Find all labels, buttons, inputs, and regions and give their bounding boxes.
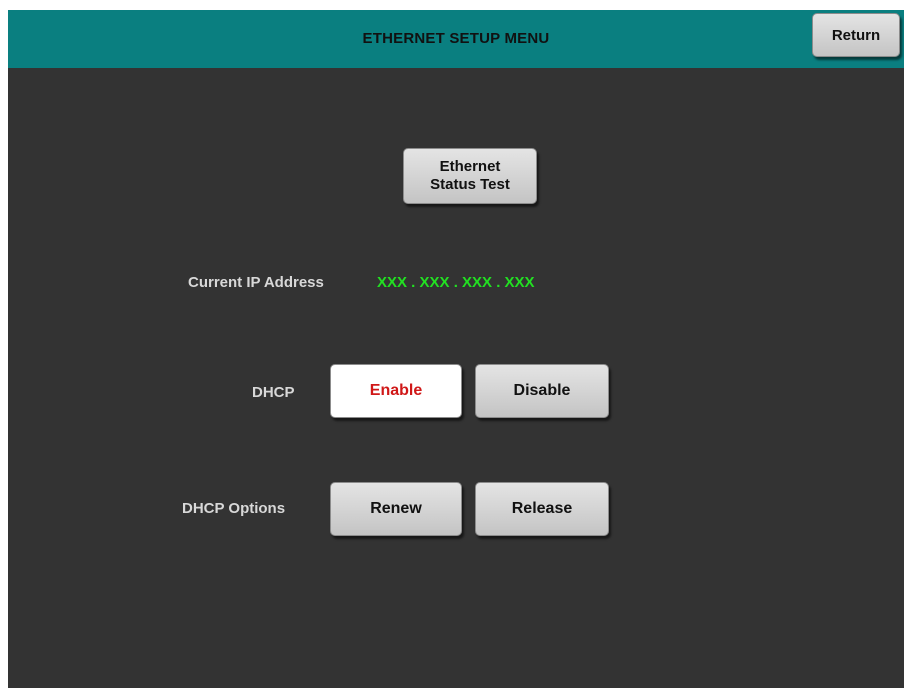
current-ip-address-label: Current IP Address [188,274,324,291]
dhcp-release-button[interactable]: Release [475,482,609,536]
status-test-label-line1: Ethernet [439,158,501,175]
header-bar: ETHERNET SETUP MENU Return [8,10,904,68]
dhcp-disable-button[interactable]: Disable [475,364,609,418]
dhcp-options-label: DHCP Options [182,500,286,517]
ethernet-setup-screen: ETHERNET SETUP MENU Return Ethernet Stat… [8,10,904,688]
current-ip-address-value: XXX . XXX . XXX . XXX [377,274,535,291]
page-title: ETHERNET SETUP MENU [362,30,550,47]
dhcp-label: DHCP [252,384,295,401]
ethernet-status-test-button[interactable]: Ethernet Status Test [403,148,537,204]
status-test-label-line2: Status Test [430,176,510,193]
dhcp-enable-button[interactable]: Enable [330,364,462,418]
return-button[interactable]: Return [812,13,900,57]
dhcp-renew-button[interactable]: Renew [330,482,462,536]
